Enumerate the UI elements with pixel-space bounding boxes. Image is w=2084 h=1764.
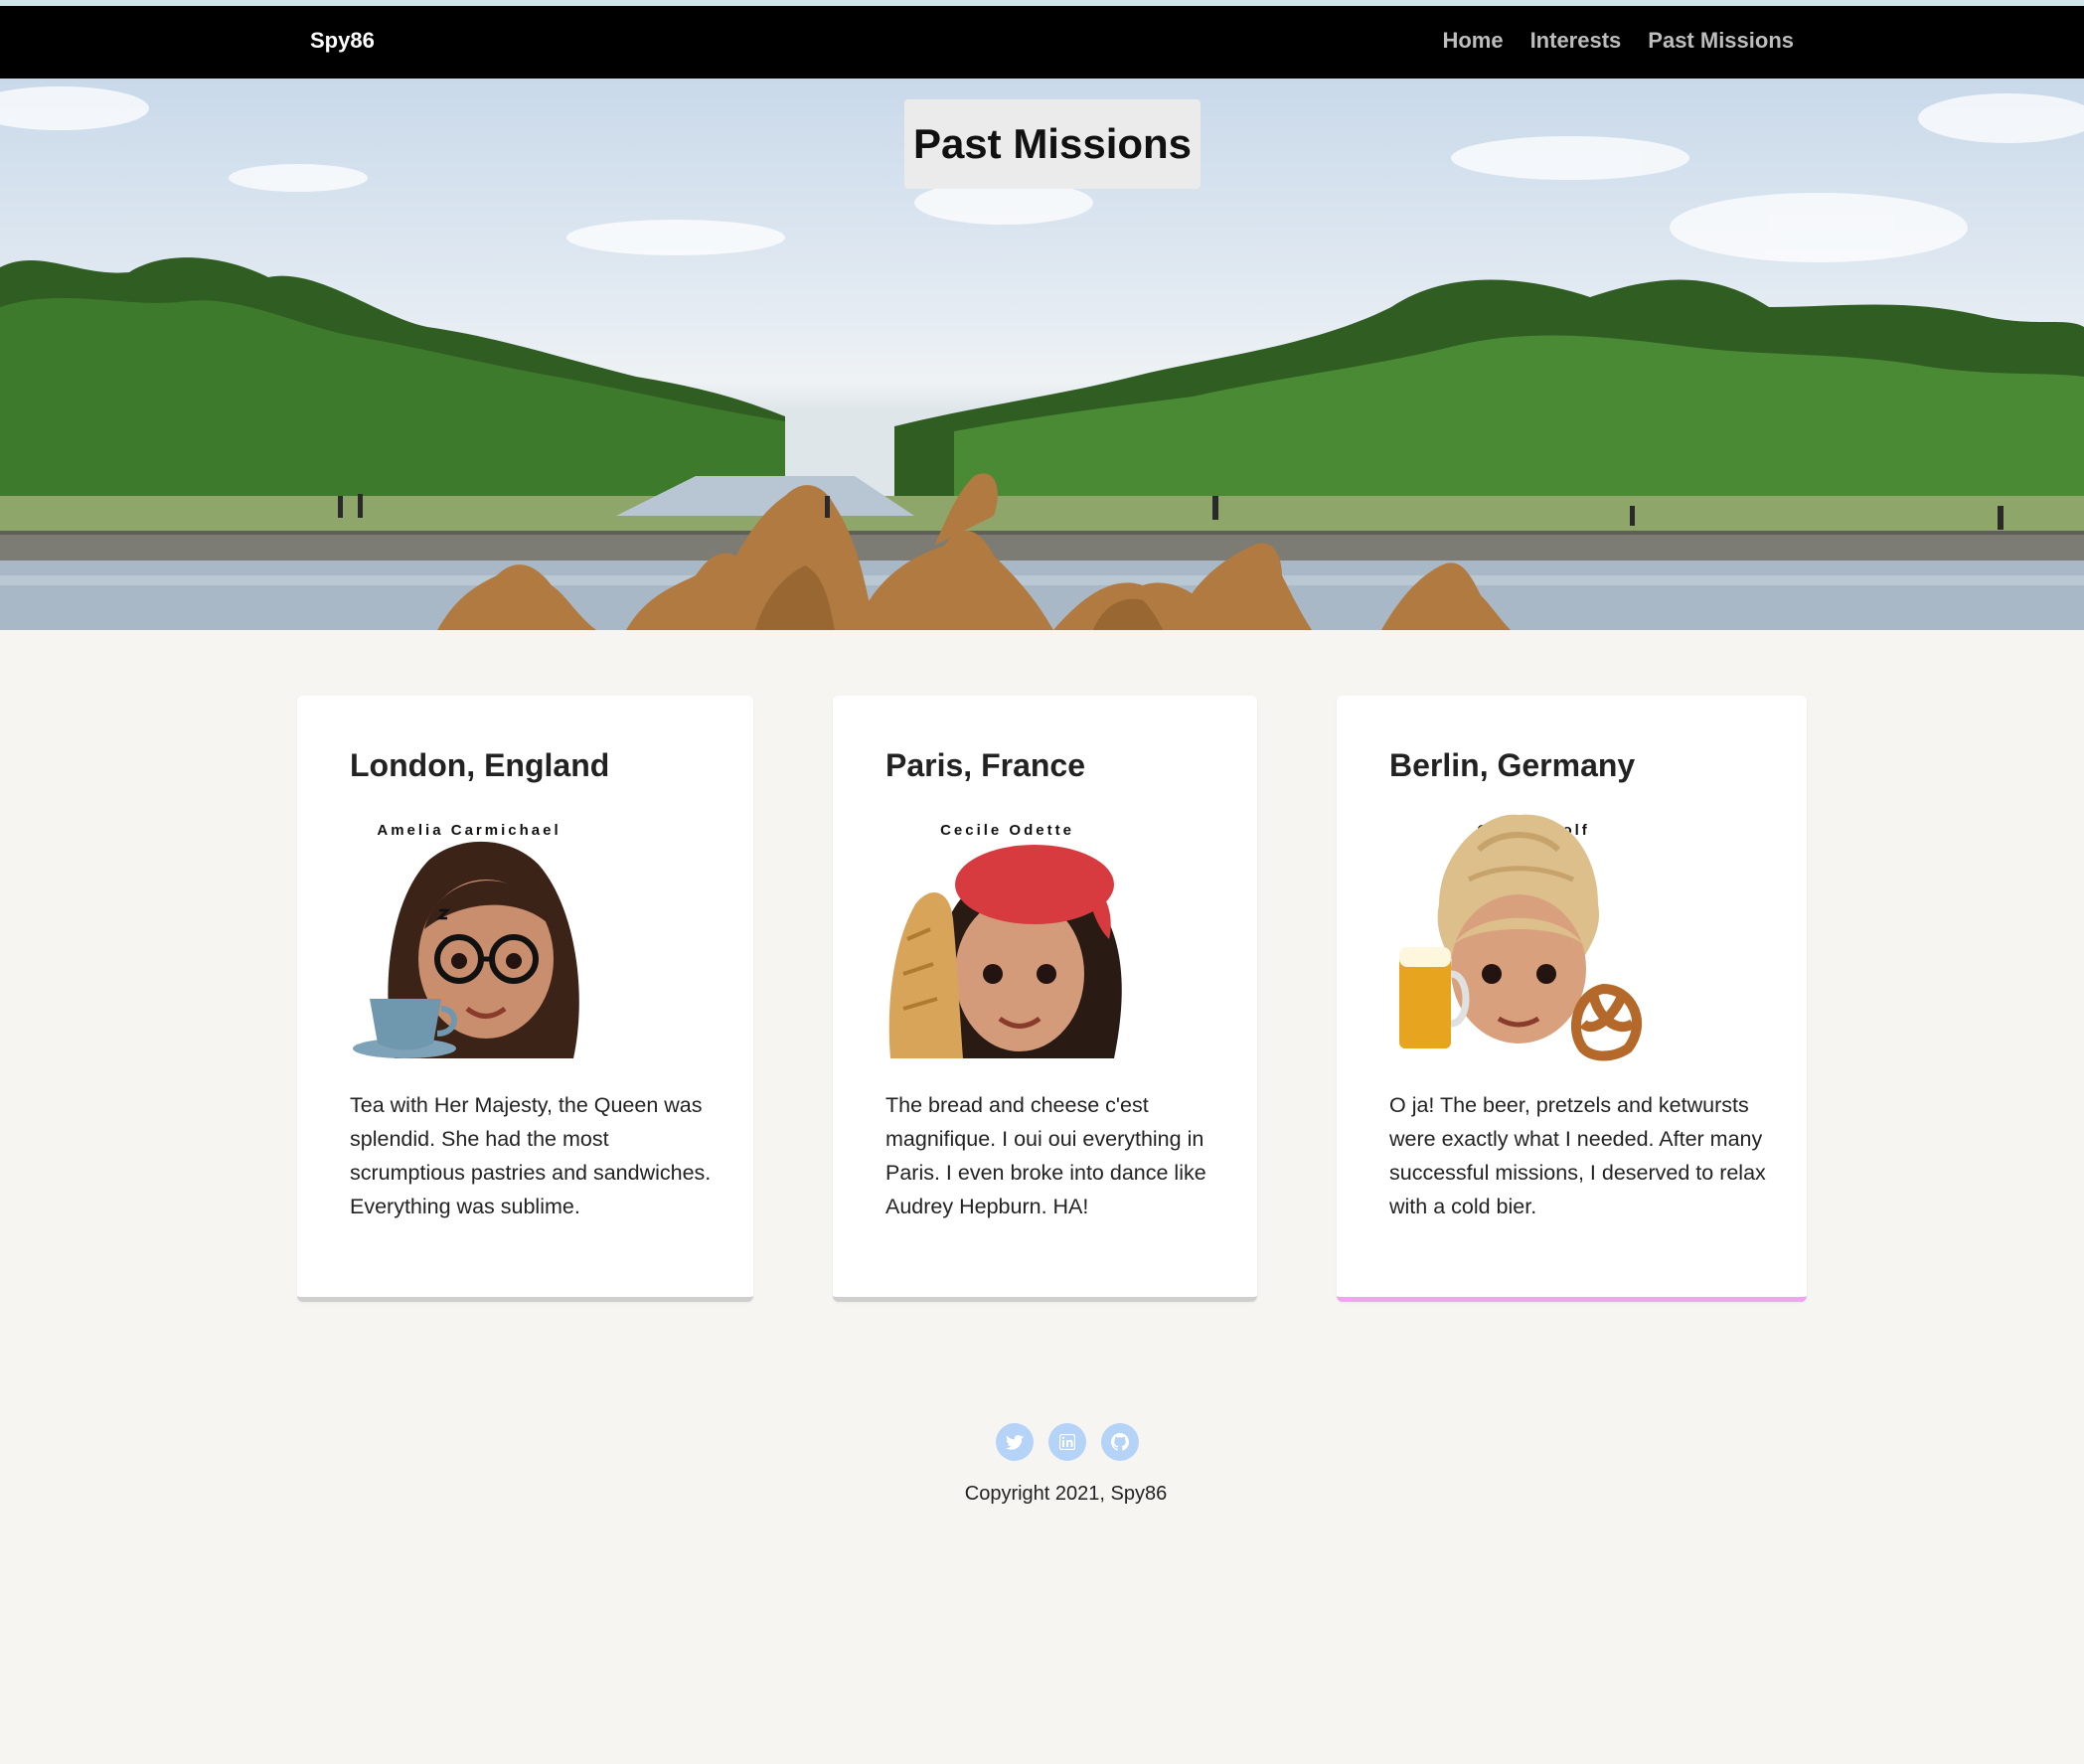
nav-link-interests[interactable]: Interests (1530, 28, 1622, 54)
agent-avatar-berlin (1399, 814, 1642, 1061)
linkedin-link[interactable] (1048, 1423, 1086, 1461)
mission-card-paris: Paris, France Cecile Odette The bread an… (833, 696, 1257, 1302)
brand-link[interactable]: Spy86 (310, 28, 375, 54)
page-title: Past Missions (912, 120, 1193, 167)
mission-card-london: London, England Amelia Carmichael Tea wi… (297, 696, 753, 1302)
github-link[interactable] (1101, 1423, 1139, 1461)
mission-card-berlin: Berlin, Germany Gretta Wolf O ja! The be… (1337, 696, 1807, 1302)
nav-links: Home Interests Past Missions (1442, 28, 1794, 54)
agent-avatar-paris (888, 845, 1122, 1058)
social-links (996, 1423, 1139, 1461)
hero-banner: Past Missions (0, 79, 2084, 630)
agent-avatar-london (353, 841, 579, 1058)
card-title: London, England (350, 747, 610, 783)
card-description: The bread and cheese c'est magnifique. I… (885, 1093, 1206, 1218)
twitter-icon (1006, 1434, 1024, 1450)
card-title: Berlin, Germany (1389, 747, 1636, 783)
hero-title-box: Past Missions (904, 99, 1201, 189)
nav-link-past-missions[interactable]: Past Missions (1648, 28, 1794, 54)
card-description: O ja! The beer, pretzels and ketwursts w… (1389, 1093, 1766, 1218)
github-icon (1111, 1433, 1129, 1451)
nav-link-home[interactable]: Home (1442, 28, 1503, 54)
navbar: Spy86 Home Interests Past Missions (0, 6, 2084, 79)
card-title: Paris, France (885, 747, 1085, 783)
linkedin-icon (1059, 1434, 1075, 1450)
card-description: Tea with Her Majesty, the Queen was sple… (350, 1093, 712, 1218)
copyright-text: Copyright 2021, Spy86 (964, 1483, 1168, 1505)
twitter-link[interactable] (996, 1423, 1034, 1461)
